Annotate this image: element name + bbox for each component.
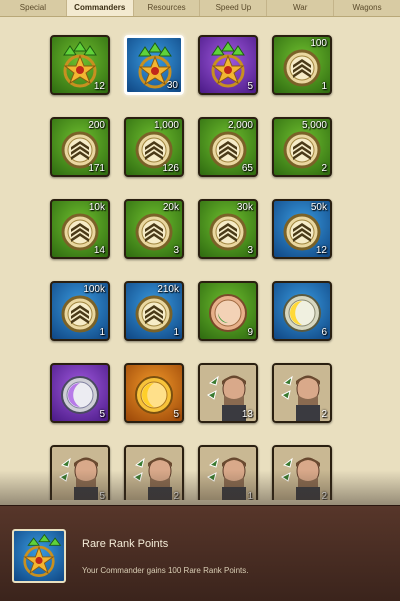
item-requirement: 200 (88, 120, 105, 131)
item-requirement: 50k (310, 202, 327, 213)
inventory-item[interactable]: 50k 12 (272, 199, 332, 259)
item-count: 126 (162, 163, 179, 174)
inventory-item[interactable]: 100 1 (272, 35, 332, 95)
item-count: 2 (321, 163, 327, 174)
item-details-panel: Rare Rank Points Your Commander gains 10… (0, 505, 400, 601)
item-requirement: 210k (157, 284, 179, 295)
item-requirement: 100 (310, 38, 327, 49)
inventory-scroll-area[interactable]: 12 30 5 100 1 200 171 1,000 126 2,000 65 5,000 2 10k 1… (0, 17, 400, 500)
item-requirement: 100k (83, 284, 105, 295)
item-requirement: 2,000 (227, 120, 253, 131)
inventory-item[interactable]: 1,000 126 (124, 117, 184, 177)
star-wreath-icon (23, 533, 62, 577)
item-requirement: 20k (162, 202, 179, 213)
inventory-item[interactable]: 100k 1 (50, 281, 110, 341)
inventory-item[interactable]: 210k 1 (124, 281, 184, 341)
inventory-item[interactable]: 10k 14 (50, 199, 110, 259)
item-count: 171 (88, 163, 105, 174)
inventory-grid: 12 30 5 100 1 200 171 1,000 126 2,000 65 5,000 2 10k 1… (50, 35, 332, 500)
inventory-item[interactable]: 5 (50, 363, 110, 423)
inventory-item[interactable]: 13 (198, 363, 258, 423)
item-count: 1 (173, 327, 179, 338)
item-count: 14 (93, 245, 105, 256)
item-count: 5 (99, 409, 105, 420)
item-count: 6 (321, 327, 327, 338)
selected-item-icon (12, 529, 66, 583)
item-count: 3 (173, 245, 179, 256)
item-requirement: 1,000 (153, 120, 179, 131)
tab-wagons[interactable]: Wagons (334, 0, 400, 16)
item-count: 12 (93, 81, 105, 92)
inventory-item[interactable]: 30k 3 (198, 199, 258, 259)
tab-resources[interactable]: Resources (134, 0, 201, 16)
inventory-item[interactable]: 5 (198, 35, 258, 95)
item-count: 65 (241, 163, 253, 174)
tab-war[interactable]: War (267, 0, 335, 16)
item-requirement: 30k (236, 202, 253, 213)
inventory-item[interactable]: 6 (272, 281, 332, 341)
tab-commanders[interactable]: Commanders (66, 0, 134, 16)
item-count: 1 (321, 81, 327, 92)
inventory-item[interactable]: 2 (272, 363, 332, 423)
item-count: 13 (241, 409, 253, 420)
item-count: 30 (166, 80, 178, 91)
item-title: Rare Rank Points (82, 538, 169, 550)
item-count: 5 (247, 81, 253, 92)
inventory-item[interactable]: 2,000 65 (198, 117, 258, 177)
item-requirement: 10k (88, 202, 105, 213)
inventory-item[interactable]: 5,000 2 (272, 117, 332, 177)
item-count: 1 (99, 327, 105, 338)
item-count: 9 (247, 327, 253, 338)
grid-fade (0, 470, 400, 510)
inventory-item[interactable]: 5 (124, 363, 184, 423)
category-tabs: Special Commanders Resources Speed Up Wa… (0, 0, 400, 17)
item-count: 5 (173, 409, 179, 420)
item-count: 2 (321, 409, 327, 420)
tab-speed-up[interactable]: Speed Up (200, 0, 268, 16)
tab-special[interactable]: Special (0, 0, 67, 16)
inventory-item[interactable]: 200 171 (50, 117, 110, 177)
item-count: 12 (315, 245, 327, 256)
inventory-item[interactable]: 20k 3 (124, 199, 184, 259)
item-count: 3 (247, 245, 253, 256)
inventory-item[interactable]: 9 (198, 281, 258, 341)
inventory-item[interactable]: 30 (124, 35, 184, 95)
item-requirement: 5,000 (301, 120, 327, 131)
item-description: Your Commander gains 100 Rare Rank Point… (82, 566, 249, 575)
inventory-item[interactable]: 12 (50, 35, 110, 95)
